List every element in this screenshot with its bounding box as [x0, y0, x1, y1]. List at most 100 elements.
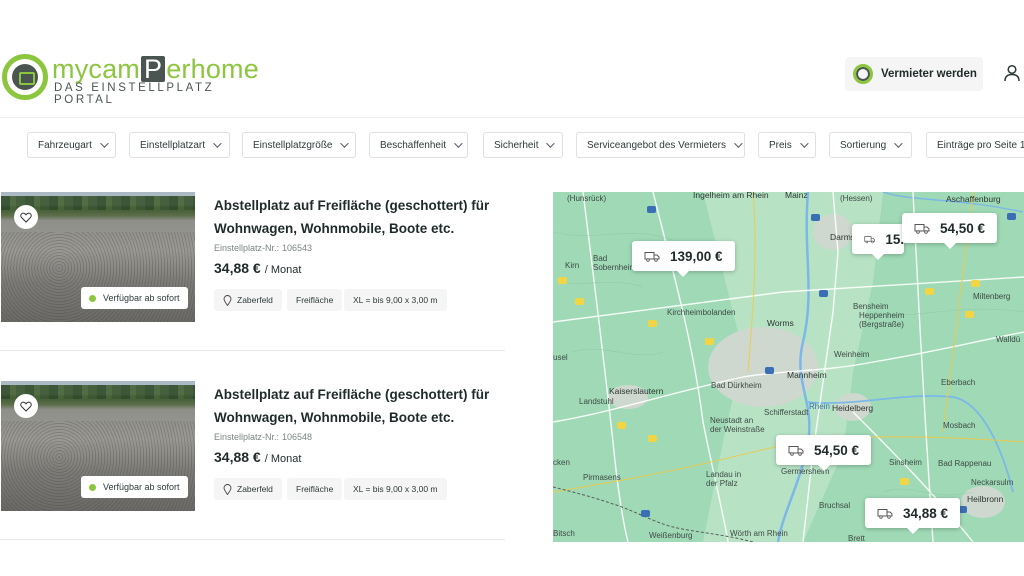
- truck-icon: [788, 445, 804, 456]
- filter-security[interactable]: Sicherheit: [483, 132, 563, 158]
- road-shield: [705, 338, 714, 345]
- map-label: Mainz: [785, 192, 808, 200]
- map-label: (Hessen): [840, 194, 873, 203]
- availability-badge: Verfügbar ab sofort: [81, 287, 188, 309]
- road-shield: [965, 311, 974, 318]
- map-label: Neckarsulm: [971, 478, 1014, 487]
- map-label: Eberbach: [941, 378, 976, 387]
- logo-wordmark: mycam Perhome: [52, 54, 259, 84]
- filter-sort[interactable]: Sortierung: [829, 132, 912, 158]
- map-label: Bensheim: [853, 302, 889, 311]
- truck-icon: [877, 508, 893, 519]
- map-label: Rhein: [809, 402, 830, 411]
- map-label: Neustadt an der Weinstraße: [710, 416, 765, 434]
- road-shield: [558, 277, 567, 284]
- favorite-button[interactable]: [14, 205, 38, 229]
- map-label: Heidelberg: [832, 403, 874, 413]
- filter-surface[interactable]: Beschaffenheit: [369, 132, 468, 158]
- map-label: Aschaffenburg: [946, 194, 1001, 204]
- size-tag: XL = bis 9,00 x 3,00 m: [344, 478, 447, 500]
- filter-vehicle-type[interactable]: Fahrzeugart: [27, 132, 116, 158]
- chevron-down-icon: [454, 139, 463, 148]
- location-pin-icon: [223, 483, 232, 495]
- map-label: Landstuhl: [579, 397, 614, 406]
- chevron-down-icon: [213, 139, 222, 148]
- user-icon[interactable]: [1003, 64, 1021, 82]
- road-shield: [575, 298, 584, 305]
- listing-photo[interactable]: Verfügbar ab sofort: [1, 192, 195, 322]
- listing-card[interactable]: Verfügbar ab sofort Abstellplatz auf Fre…: [0, 381, 505, 541]
- list-divider: [0, 539, 505, 540]
- road-shield: [641, 510, 650, 517]
- availability-badge: Verfügbar ab sofort: [81, 476, 188, 498]
- map-label: cken: [553, 458, 570, 467]
- results-map[interactable]: (Hunsrück) Ingelheim am Rhein Mainz (Hes…: [553, 192, 1024, 542]
- location-tag: Zaberfeld: [214, 289, 282, 311]
- listing-number: Einstellplatz-Nr.: 106548: [214, 432, 313, 442]
- filter-parking-size[interactable]: Einstellplatzgröße: [242, 132, 356, 158]
- truck-icon: [864, 235, 876, 243]
- map-label: Mosbach: [943, 421, 976, 430]
- become-landlord-button[interactable]: Vermieter werden: [845, 57, 983, 91]
- map-label: Bad Rappenau: [938, 459, 992, 468]
- logo-subtitle: DAS EINSTELLPLATZ PORTAL: [54, 82, 215, 106]
- status-dot-icon: [89, 483, 96, 491]
- map-label: Bruchsal: [819, 501, 851, 510]
- map-label: Heppenheim (Bergstraße): [859, 311, 905, 329]
- filter-parking-type[interactable]: Einstellplatzart: [129, 132, 230, 158]
- truck-icon: [914, 223, 930, 234]
- map-label: Weinheim: [834, 350, 870, 359]
- chevron-down-icon: [734, 139, 743, 148]
- map-price-pin[interactable]: 54,50 €: [902, 213, 998, 249]
- filter-landlord-services[interactable]: Serviceangebot des Vermieters: [576, 132, 745, 158]
- heart-icon: [20, 212, 32, 223]
- status-dot-icon: [89, 294, 96, 302]
- map-label: Sinsheim: [889, 458, 922, 467]
- map-label: Mannheim: [787, 370, 827, 380]
- map-label: Worms: [767, 318, 794, 328]
- listing-photo[interactable]: Verfügbar ab sofort: [1, 381, 195, 511]
- road-shield: [648, 435, 657, 442]
- map-label: Bitsch: [553, 529, 575, 538]
- location-pin-icon: [223, 294, 232, 306]
- map-label: Kaiserslautern: [609, 386, 664, 396]
- map-label: Pirmasens: [583, 473, 621, 482]
- chevron-down-icon: [546, 139, 556, 148]
- ring-logo-icon: [853, 64, 873, 84]
- road-shield: [617, 422, 626, 429]
- favorite-button[interactable]: [14, 394, 38, 418]
- road-shield: [1007, 213, 1016, 220]
- map-label: Kirn: [565, 261, 580, 270]
- filter-bar: Fahrzeugart Einstellplatzart Einstellpla…: [0, 118, 1024, 174]
- heart-icon: [20, 401, 32, 412]
- chevron-down-icon: [894, 139, 903, 148]
- map-price-pin[interactable]: 54,50 €: [776, 435, 872, 471]
- map-label: Kirchheimbolanden: [667, 308, 736, 317]
- map-label: usel: [553, 353, 568, 362]
- surface-tag: Freifläche: [287, 478, 343, 500]
- site-header: mycam Perhome DAS EINSTELLPLATZ PORTAL Ve…: [0, 0, 1024, 118]
- map-label: Wörth am Rhein: [730, 529, 788, 538]
- road-shield: [811, 214, 820, 221]
- map-label: Landau in der Pfalz: [706, 470, 742, 488]
- listing-number: Einstellplatz-Nr.: 106543: [214, 243, 313, 253]
- filter-price[interactable]: Preis: [758, 132, 816, 158]
- map-label: Weißenburg: [649, 531, 693, 540]
- map-price-pin[interactable]: 15...: [852, 224, 904, 260]
- listing-price: 34,88 € / Monat: [214, 449, 302, 465]
- road-shield: [819, 290, 828, 297]
- listing-price: 34,88 € / Monat: [214, 260, 302, 276]
- road-shield: [648, 320, 657, 327]
- list-divider: [0, 350, 505, 351]
- listing-card[interactable]: Verfügbar ab sofort Abstellplatz auf Fre…: [0, 192, 505, 352]
- map-label: Miltenberg: [973, 292, 1011, 301]
- road-shield: [647, 206, 656, 213]
- chevron-down-icon: [100, 139, 109, 148]
- listing-title[interactable]: Abstellplatz auf Freifläche (geschottert…: [214, 194, 504, 240]
- site-logo[interactable]: mycam Perhome DAS EINSTELLPLATZ PORTAL: [2, 46, 272, 106]
- map-label: Brett: [848, 534, 865, 542]
- listing-title[interactable]: Abstellplatz auf Freifläche (geschottert…: [214, 383, 504, 429]
- map-price-pin[interactable]: 34,88 €: [865, 498, 961, 534]
- map-price-pin[interactable]: 139,00 €: [632, 241, 735, 277]
- filter-entries-per-page[interactable]: Einträge pro Seite 10: [926, 132, 1024, 158]
